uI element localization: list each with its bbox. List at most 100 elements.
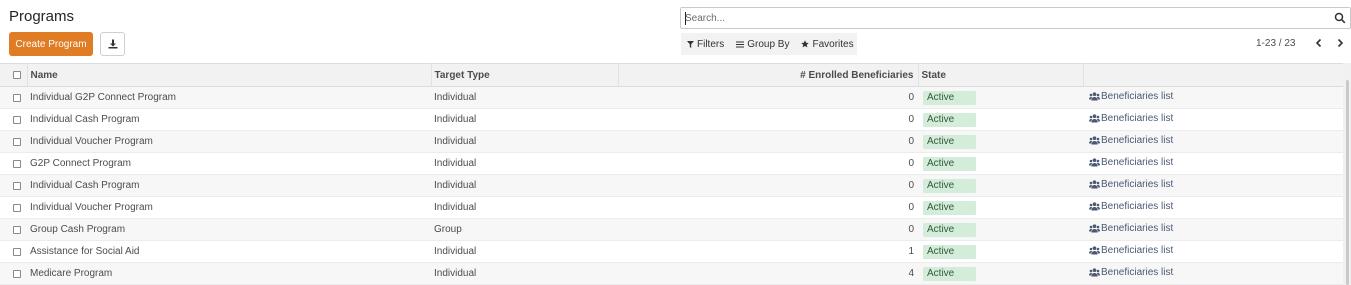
actions-cell: Beneficiaries list <box>1083 131 1343 153</box>
select-all-checkbox[interactable] <box>13 71 21 79</box>
actions-cell: Beneficiaries list <box>1083 263 1343 285</box>
table-row[interactable]: Medicare Program Individual 4 Active Ben… <box>0 262 1343 285</box>
enrolled-count: 0 <box>908 180 914 191</box>
column-header-target-type[interactable]: Target Type <box>431 63 619 87</box>
program-name[interactable]: Individual Cash Program <box>27 175 431 197</box>
beneficiaries-list-button[interactable]: Beneficiaries list <box>1089 179 1173 190</box>
enrolled-count: 0 <box>908 202 914 213</box>
table-row[interactable]: Individual Cash Program Individual 0 Act… <box>0 109 1343 131</box>
enrolled-count: 1 <box>908 246 914 257</box>
search-input[interactable] <box>685 11 1325 26</box>
row-checkbox[interactable] <box>13 247 21 256</box>
beneficiaries-list-label: Beneficiaries list <box>1101 135 1174 146</box>
state-cell: Active <box>918 263 1083 285</box>
beneficiaries-list-button[interactable]: Beneficiaries list <box>1089 157 1173 168</box>
target-type: Individual <box>434 268 477 279</box>
state-cell: Active <box>918 219 1083 241</box>
table-row[interactable]: Individual G2P Connect Program Individua… <box>0 86 1343 109</box>
program-name[interactable]: Individual Voucher Program <box>27 197 431 219</box>
create-program-button[interactable]: Create Program <box>9 32 93 56</box>
users-icon <box>1089 246 1100 255</box>
programs-table: Name Target Type # Enrolled Beneficiarie… <box>0 63 1351 285</box>
favorites-label: Favorites <box>812 38 854 50</box>
column-header-enrolled[interactable]: # Enrolled Beneficiaries <box>618 63 919 87</box>
row-select-cell <box>0 175 27 197</box>
table-header-row: Name Target Type # Enrolled Beneficiarie… <box>0 63 1343 87</box>
row-checkbox[interactable] <box>13 181 21 190</box>
enrolled-count: 0 <box>908 158 914 169</box>
program-name[interactable]: Group Cash Program <box>27 219 431 241</box>
table-row[interactable]: Group Cash Program Group 0 Active Benefi… <box>0 218 1343 241</box>
pager-value[interactable]: 1-23 / 23 <box>1256 38 1295 49</box>
row-checkbox[interactable] <box>13 159 21 168</box>
target-type: Individual <box>434 246 477 257</box>
select-all-cell <box>0 63 28 87</box>
users-icon <box>1089 202 1100 211</box>
scrollbar-thumb[interactable] <box>1346 80 1349 285</box>
beneficiaries-list-button[interactable]: Beneficiaries list <box>1089 91 1173 102</box>
row-checkbox[interactable] <box>13 269 21 278</box>
beneficiaries-list-button[interactable]: Beneficiaries list <box>1089 135 1173 146</box>
program-name[interactable]: Individual Cash Program <box>27 109 431 131</box>
filters-button[interactable]: Filters <box>681 39 730 50</box>
group-by-button[interactable]: Group By <box>730 39 795 50</box>
users-icon <box>1089 268 1100 277</box>
program-name[interactable]: Individual G2P Connect Program <box>27 87 431 109</box>
target-type: Individual <box>434 114 477 125</box>
users-icon <box>1089 136 1100 145</box>
target-type: Group <box>434 224 462 235</box>
actions-cell: Beneficiaries list <box>1083 219 1343 241</box>
chevron-right-icon[interactable] <box>1334 37 1346 49</box>
column-header-state[interactable]: State <box>918 63 1084 87</box>
table-row[interactable]: Individual Voucher Program Individual 0 … <box>0 130 1343 153</box>
status-badge: Active <box>923 244 976 259</box>
beneficiaries-list-button[interactable]: Beneficiaries list <box>1089 267 1173 278</box>
download-button[interactable] <box>100 32 125 56</box>
beneficiaries-list-label: Beneficiaries list <box>1101 267 1174 278</box>
program-name[interactable]: Medicare Program <box>27 263 431 285</box>
status-badge: Active <box>923 90 976 105</box>
favorites-button[interactable]: Favorites <box>795 39 859 50</box>
row-checkbox[interactable] <box>13 93 21 102</box>
column-header-name[interactable]: Name <box>27 63 432 87</box>
row-checkbox[interactable] <box>13 225 21 234</box>
beneficiaries-list-label: Beneficiaries list <box>1101 113 1174 124</box>
beneficiaries-list-button[interactable]: Beneficiaries list <box>1089 223 1173 234</box>
page-title: Programs <box>9 8 75 25</box>
users-icon <box>1089 92 1100 101</box>
row-checkbox[interactable] <box>13 115 21 124</box>
search-icon[interactable] <box>1334 12 1346 24</box>
status-badge: Active <box>923 266 976 281</box>
enrolled-count: 0 <box>908 136 914 147</box>
enrolled-count: 0 <box>908 114 914 125</box>
beneficiaries-list-button[interactable]: Beneficiaries list <box>1089 201 1173 212</box>
state-cell: Active <box>918 241 1083 263</box>
beneficiaries-list-label: Beneficiaries list <box>1101 157 1174 168</box>
table-row[interactable]: Individual Cash Program Individual 0 Act… <box>0 174 1343 197</box>
row-checkbox[interactable] <box>13 203 21 212</box>
search-options: Filters Group By Favorites <box>681 33 857 55</box>
table-row[interactable]: G2P Connect Program Individual 0 Active … <box>0 153 1343 175</box>
state-cell: Active <box>918 175 1083 197</box>
chevron-left-icon[interactable] <box>1313 37 1325 49</box>
program-name[interactable]: G2P Connect Program <box>27 153 431 175</box>
state-cell: Active <box>918 131 1083 153</box>
state-cell: Active <box>918 87 1083 109</box>
state-cell: Active <box>918 153 1083 175</box>
actions-cell: Beneficiaries list <box>1083 87 1343 109</box>
table-row[interactable]: Assistance for Social Aid Individual 1 A… <box>0 241 1343 263</box>
row-select-cell <box>0 241 27 263</box>
table-row[interactable]: Individual Voucher Program Individual 0 … <box>0 197 1343 219</box>
status-badge: Active <box>923 112 976 127</box>
program-name[interactable]: Assistance for Social Aid <box>27 241 431 263</box>
beneficiaries-list-button[interactable]: Beneficiaries list <box>1089 245 1173 256</box>
users-icon <box>1089 114 1100 123</box>
row-select-cell <box>0 153 27 175</box>
row-checkbox[interactable] <box>13 137 21 146</box>
program-name[interactable]: Individual Voucher Program <box>27 131 431 153</box>
beneficiaries-list-button[interactable]: Beneficiaries list <box>1089 113 1173 124</box>
enrolled-count: 4 <box>908 268 914 279</box>
search-bar[interactable] <box>680 7 1351 29</box>
column-header-actions <box>1083 63 1343 87</box>
state-cell: Active <box>918 197 1083 219</box>
